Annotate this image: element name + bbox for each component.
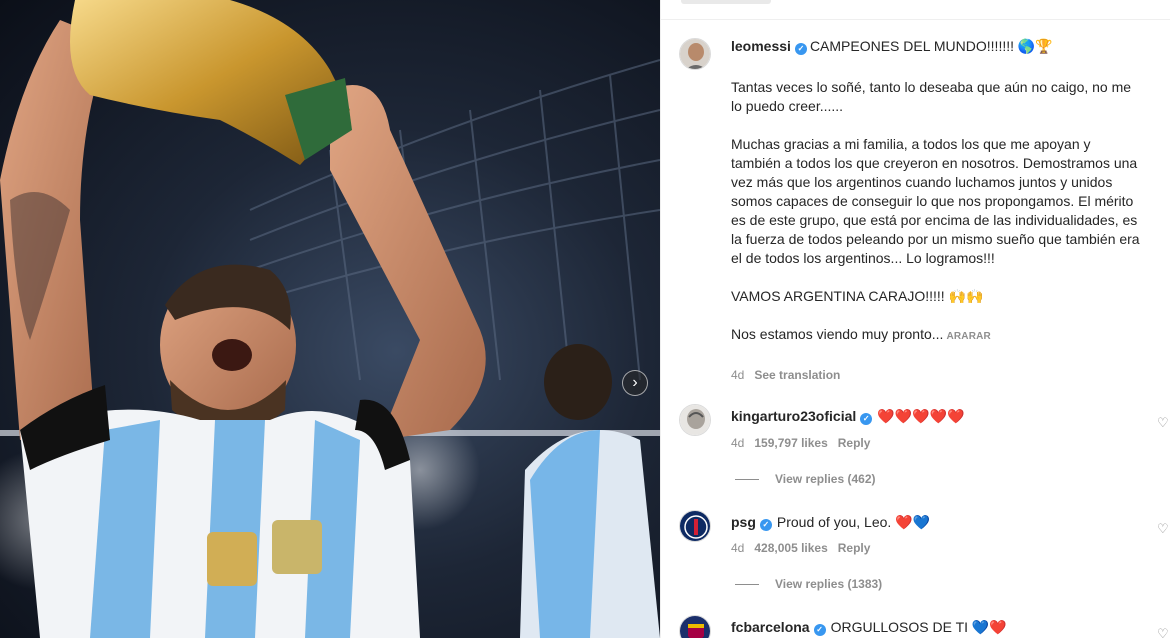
carousel-next-button[interactable]: › [622, 370, 648, 396]
commenter-avatar[interactable] [679, 404, 711, 436]
comment-likes[interactable]: 159,797 likes [754, 436, 827, 450]
panel-header [661, 0, 1170, 20]
comment-meta: 4d 428,005 likes Reply [731, 541, 870, 555]
comment-reply-button[interactable]: Reply [838, 436, 871, 450]
caption-header: leomessi ✓ CAMPEONES DEL MUNDO!!!!!!! 🌎🏆 [731, 38, 1053, 55]
verified-badge-icon: ✓ [860, 413, 873, 425]
view-replies-label[interactable]: View replies (1383) [775, 577, 882, 591]
replies-divider [735, 479, 759, 481]
heart-outline-icon[interactable]: ♡ [1157, 522, 1170, 536]
view-replies-label[interactable]: View replies (462) [775, 472, 876, 486]
celebration-image [0, 0, 660, 638]
caption-meta: 4d See translation [731, 368, 840, 382]
caption-paragraph: Tantas veces lo soñé, tanto lo deseaba q… [731, 79, 1132, 114]
verified-badge-icon: ✓ [759, 519, 772, 531]
caption-last-line: Nos estamos viendo muy pronto... [731, 326, 944, 342]
comment-likes[interactable]: 428,005 likes [754, 541, 827, 555]
view-replies-button[interactable]: View replies (1383) [735, 577, 882, 591]
caption-paragraph: VAMOS ARGENTINA CARAJO!!!!! 🙌🙌 [731, 288, 984, 304]
author-avatar[interactable] [679, 38, 711, 70]
verified-badge-icon: ✓ [794, 43, 807, 55]
commenter-avatar[interactable] [679, 510, 711, 542]
commenter-username[interactable]: fcbarcelona [731, 619, 810, 635]
caption-more-button[interactable]: ARARAR [946, 331, 991, 342]
caption-headline: CAMPEONES DEL MUNDO!!!!!!! 🌎🏆 [809, 38, 1053, 54]
comment-age: 4d [731, 436, 745, 450]
commenter-username[interactable]: kingarturo23oficial [731, 408, 856, 424]
comment-meta: 4d 159,797 likes Reply [731, 436, 870, 450]
caption-body: Tantas veces lo soñé, tanto lo deseaba q… [731, 78, 1143, 346]
post-photo: › [0, 0, 660, 638]
heart-outline-icon[interactable]: ♡ [1157, 416, 1170, 430]
comment-text: ❤️❤️❤️❤️❤️ [877, 408, 965, 424]
see-translation-link[interactable]: See translation [754, 368, 840, 382]
commenter-avatar[interactable] [679, 615, 711, 638]
view-replies-button[interactable]: View replies (462) [735, 472, 876, 486]
verified-badge-icon: ✓ [813, 624, 826, 636]
comment-age: 4d [731, 541, 745, 555]
heart-outline-icon[interactable]: ♡ [1157, 627, 1170, 638]
commenter-username[interactable]: psg [731, 514, 756, 530]
comment-text: ORGULLOSOS DE TI 💙❤️ [830, 619, 1007, 635]
author-username[interactable]: leomessi [731, 38, 791, 54]
caption-paragraph: Muchas gracias a mi familia, a todos los… [731, 136, 1140, 266]
post-age: 4d [731, 368, 745, 382]
comment-reply-button[interactable]: Reply [838, 541, 871, 555]
replies-divider [735, 584, 759, 586]
post-side-panel: leomessi ✓ CAMPEONES DEL MUNDO!!!!!!! 🌎🏆 T… [660, 0, 1170, 638]
comment-text: Proud of you, Leo. ❤️💙 [776, 514, 931, 530]
